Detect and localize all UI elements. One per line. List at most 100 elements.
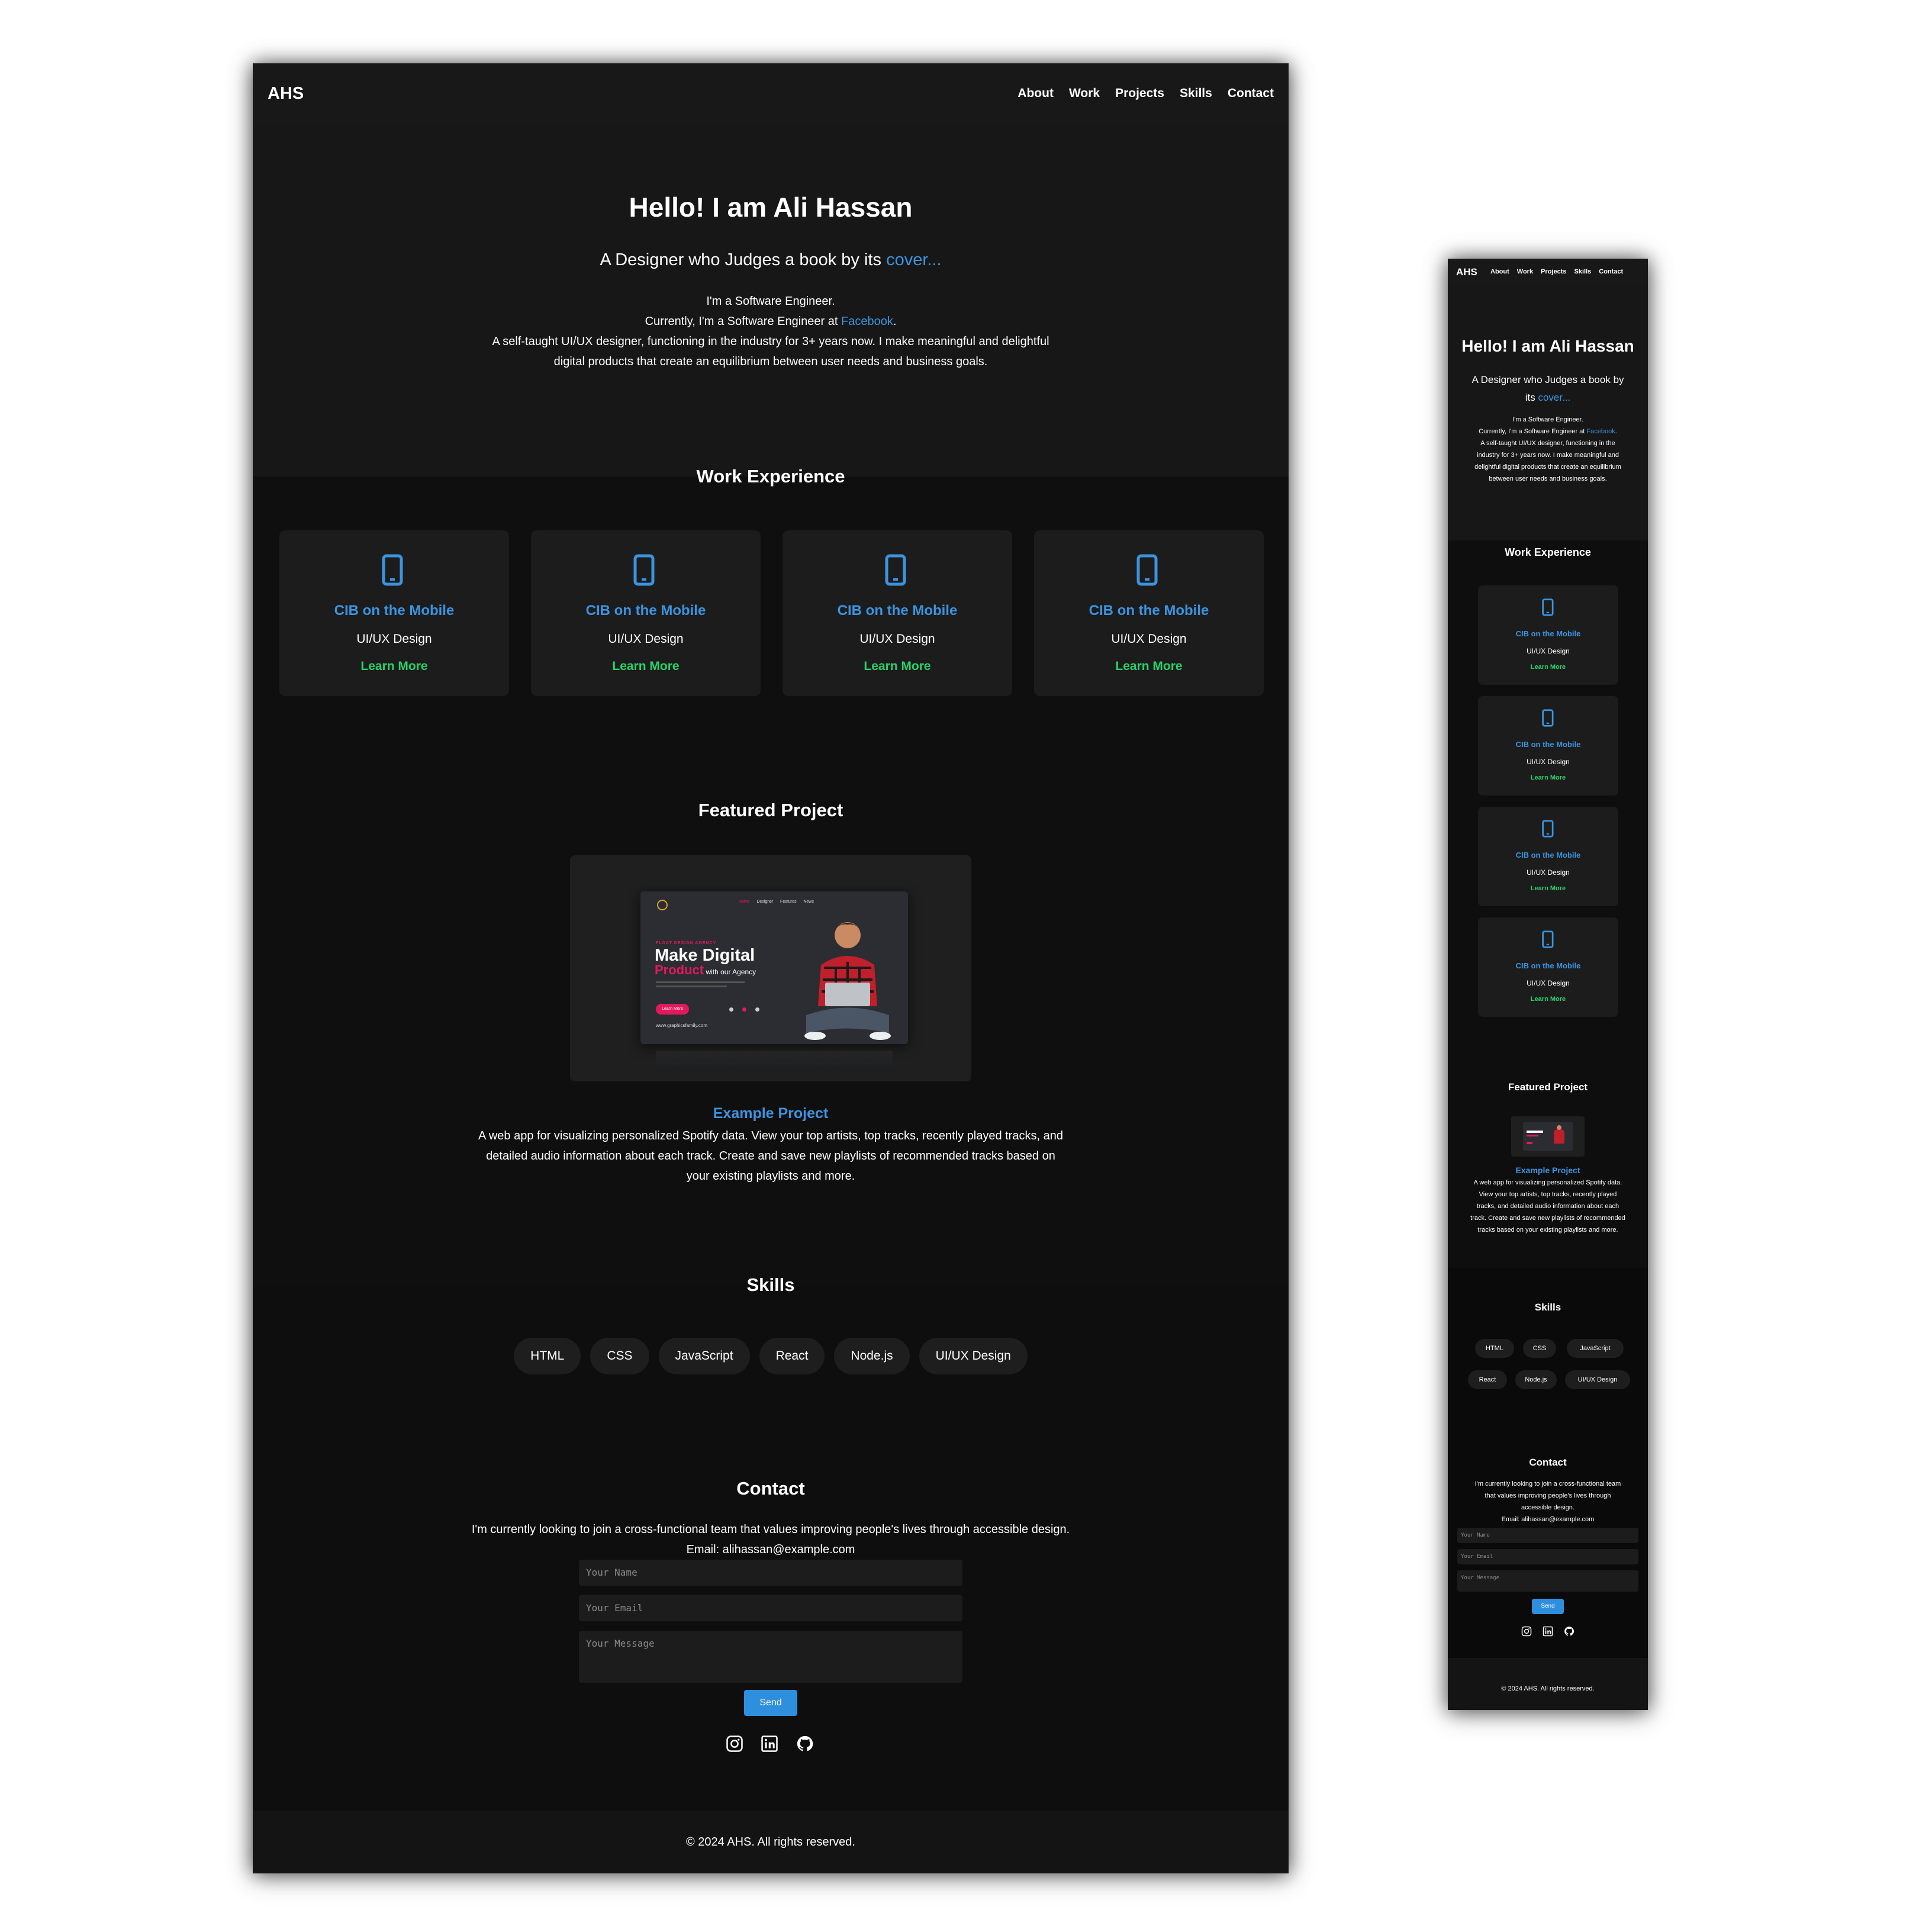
mobile-hero <box>1448 285 1648 540</box>
message-textarea[interactable]: Your Message <box>579 1631 962 1683</box>
nav-work[interactable]: Work <box>1069 86 1100 101</box>
contact-text: I'm currently looking to join a cross-fu… <box>253 1519 1289 1560</box>
linkedin-icon[interactable] <box>1543 1626 1553 1637</box>
tagline-link[interactable]: cover... <box>1538 392 1570 403</box>
featured-project-image[interactable]: Home Designer Features News FLOAT DESIGN… <box>570 855 971 1081</box>
work-card[interactable]: CIB on the Mobile UI/UX Design Learn Mor… <box>1034 530 1264 696</box>
skill-pill: UI/UX Design <box>919 1338 1028 1374</box>
nav-skills[interactable]: Skills <box>1574 268 1592 275</box>
project-title[interactable]: Example Project <box>253 1105 1289 1122</box>
mobile-work-heading: Work Experience <box>1505 546 1591 558</box>
footer-text: © 2024 AHS. All rights reserved. <box>1501 1685 1595 1692</box>
skill-pill: JavaScript <box>1567 1339 1624 1358</box>
skill-pill: CSS <box>590 1338 649 1374</box>
phone-icon <box>382 554 403 586</box>
contact-heading: Contact <box>736 1478 805 1499</box>
skills-heading: Skills <box>746 1274 795 1295</box>
footer-text: © 2024 AHS. All rights reserved. <box>686 1836 855 1849</box>
nav-about[interactable]: About <box>1490 268 1509 275</box>
work-card[interactable]: CIB on the Mobile UI/UX Design Learn Mor… <box>783 530 1012 696</box>
mobile-logo[interactable]: AHS <box>1456 266 1477 278</box>
facebook-link[interactable]: Facebook <box>1586 428 1615 435</box>
mobile-work-card[interactable]: CIB on the Mobile UI/UX Design Learn Mor… <box>1478 696 1618 796</box>
person-illustration <box>804 922 891 1040</box>
desktop-preview: AHS About Work Projects Skills Contact H… <box>253 63 1289 1873</box>
email-input[interactable]: Your Email <box>579 1595 962 1621</box>
logo[interactable]: AHS <box>268 84 304 104</box>
learn-more-link[interactable]: Learn More <box>1034 659 1264 674</box>
project-description: A web app for visualizing personalized S… <box>478 1129 1063 1183</box>
mobile-project-title[interactable]: Example Project <box>1448 1165 1648 1175</box>
skill-pill: CSS <box>1523 1339 1556 1358</box>
work-heading: Work Experience <box>696 466 845 487</box>
message-textarea[interactable]: Your Message <box>1457 1570 1638 1592</box>
mobile-featured-heading: Featured Project <box>1508 1081 1588 1093</box>
learn-more-link[interactable]: Learn More <box>531 659 761 674</box>
card-subtitle: UI/UX Design <box>356 632 432 646</box>
nav-skills[interactable]: Skills <box>1180 86 1212 101</box>
nav-projects[interactable]: Projects <box>1541 268 1566 275</box>
learn-more-link[interactable]: Learn More <box>1478 774 1618 781</box>
mobile-contact-heading: Contact <box>1529 1457 1567 1468</box>
mobile-nav-menu: About Work Projects Skills Contact <box>1490 268 1623 275</box>
instagram-icon[interactable] <box>726 1735 743 1753</box>
learn-more-link[interactable]: Learn More <box>783 659 1012 674</box>
work-card[interactable]: CIB on the Mobile UI/UX Design Learn Mor… <box>279 530 509 696</box>
mobile-preview: AHS About Work Projects Skills Contact H… <box>1448 259 1648 1710</box>
card-subtitle: UI/UX Design <box>859 632 935 646</box>
hero-section: Hello! I am Ali Hassan A Designer who Ju… <box>253 124 1289 476</box>
nav-projects[interactable]: Projects <box>1115 86 1164 101</box>
nav-contact[interactable]: Contact <box>1599 268 1623 275</box>
linkedin-icon[interactable] <box>761 1735 778 1753</box>
email-input[interactable]: Your Email <box>1457 1549 1638 1564</box>
mobile-work-card[interactable]: CIB on the Mobile UI/UX Design Learn Mor… <box>1478 807 1618 906</box>
mobile-project-description: A web app for visualizing personalized S… <box>1470 1179 1625 1234</box>
mobile-hero-title: Hello! I am Ali Hassan <box>1461 337 1634 355</box>
nav-about[interactable]: About <box>1017 86 1054 101</box>
phone-icon <box>1542 820 1554 838</box>
tagline-link[interactable]: cover... <box>886 250 942 269</box>
facebook-link[interactable]: Facebook <box>841 315 893 328</box>
phone-icon <box>885 554 906 586</box>
mobile-hero-tagline: A Designer who Judges a book by its cove… <box>1471 374 1624 403</box>
skill-pill: HTML <box>1475 1339 1514 1358</box>
work-card[interactable]: CIB on the Mobile UI/UX Design Learn Mor… <box>531 530 761 696</box>
nav-work[interactable]: Work <box>1517 268 1533 275</box>
mobile-work-card[interactable]: CIB on the Mobile UI/UX Design Learn Mor… <box>1478 917 1618 1017</box>
nav-contact[interactable]: Contact <box>1228 86 1274 101</box>
skill-pill: UI/UX Design <box>1565 1370 1630 1389</box>
learn-more-link[interactable]: Learn More <box>1478 885 1618 892</box>
send-button[interactable]: Send <box>744 1690 797 1716</box>
mobile-footer: © 2024 AHS. All rights reserved. <box>1448 1658 1648 1710</box>
skills-list: HTML CSS JavaScript React Node.js UI/UX Desig… <box>253 1338 1289 1374</box>
mock-logo-icon <box>657 900 668 910</box>
learn-more-link[interactable]: Learn More <box>279 659 509 674</box>
card-title: CIB on the Mobile <box>1089 603 1209 619</box>
phone-icon <box>1136 554 1158 586</box>
send-button[interactable]: Send <box>1532 1599 1564 1614</box>
nav-menu: About Work Projects Skills Contact <box>1017 86 1274 101</box>
card-title: CIB on the Mobile <box>334 603 455 619</box>
mobile-contact-text: I'm currently looking to join a cross-fu… <box>1474 1480 1621 1523</box>
github-icon[interactable] <box>1564 1626 1574 1637</box>
name-input[interactable]: Your Name <box>1457 1528 1638 1543</box>
mobile-featured-image[interactable] <box>1511 1116 1585 1157</box>
contact-email: Email: alihassan@example.com <box>686 1543 855 1556</box>
phone-icon <box>1542 930 1554 948</box>
learn-more-link[interactable]: Learn More <box>1478 664 1618 671</box>
hero-title: Hello! I am Ali Hassan <box>629 192 913 223</box>
name-input[interactable]: Your Name <box>579 1560 962 1586</box>
phone-icon <box>1542 709 1554 727</box>
instagram-icon[interactable] <box>1521 1626 1532 1637</box>
card-subtitle: UI/UX Design <box>1111 632 1187 646</box>
mobile-navbar: AHS About Work Projects Skills Contact <box>1448 259 1648 285</box>
footer: © 2024 AHS. All rights reserved. <box>253 1811 1289 1873</box>
mobile-skills-heading: Skills <box>1534 1302 1561 1313</box>
learn-more-link[interactable]: Learn More <box>1478 996 1618 1003</box>
mobile-work-card[interactable]: CIB on the Mobile UI/UX Design Learn Mor… <box>1478 585 1618 685</box>
github-icon[interactable] <box>796 1735 814 1753</box>
navbar: AHS About Work Projects Skills Contact <box>253 63 1289 124</box>
skill-pill: Node.js <box>834 1338 910 1374</box>
hero-intro: I'm a Software Engineer. Currently, I'm … <box>492 295 1049 368</box>
card-title: CIB on the Mobile <box>585 603 706 619</box>
